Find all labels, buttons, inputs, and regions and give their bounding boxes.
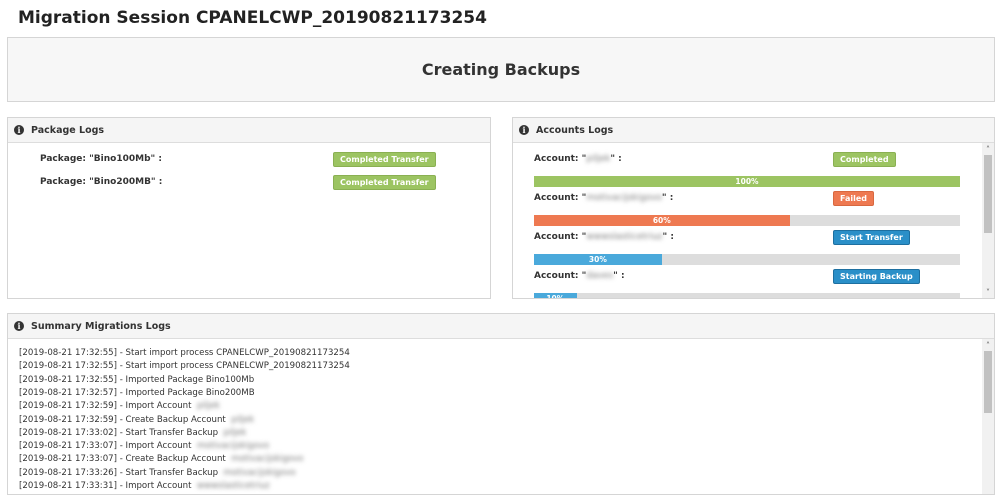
account-suffix: " : [613, 271, 625, 281]
progress-fill: 60% [534, 215, 790, 226]
log-line: [2019-08-21 17:32:55] - Start import pro… [19, 348, 353, 358]
progress-bar: 60% [534, 215, 960, 226]
log-account-name: piljek [196, 401, 220, 412]
log-line: [2019-08-21 17:33:07] - Import Account m… [19, 441, 269, 451]
log-text: [2019-08-21 17:33:31] - Import Account [19, 481, 195, 491]
log-line: [2019-08-21 17:33:02] - Start Transfer B… [19, 428, 246, 438]
account-label: Account: "motivacijskigovo" : [534, 193, 673, 203]
info-icon: i [14, 125, 24, 135]
log-text: [2019-08-21 17:33:02] - Start Transfer B… [19, 427, 221, 438]
account-name: motivacijskigovo [586, 193, 662, 203]
log-account-name: piljek [223, 427, 247, 438]
log-text: [2019-08-21 17:33:07] - Create Backup Ac… [19, 454, 229, 465]
package-label: Package: "Bino100Mb" : [40, 154, 162, 164]
account-suffix: " : [661, 193, 674, 203]
summary-logs-panel: i Summary Migrations Logs [2019-08-21 17:… [7, 313, 995, 495]
log-text: [2019-08-21 17:33:07] - Import Account [19, 441, 195, 452]
account-prefix: Account: " [534, 154, 587, 164]
status-badge: Completed [833, 152, 896, 167]
info-icon: i [519, 125, 529, 135]
log-line: [2019-08-21 17:32:59] - Import Account p… [19, 401, 220, 411]
account-name: daves [586, 271, 614, 281]
summary-logs-header: i Summary Migrations Logs [8, 314, 994, 339]
log-text: [2019-08-21 17:33:26] - Start Transfer B… [19, 467, 221, 478]
package-logs-panel: i Package Logs Package: "Bino100Mb" : Com… [7, 117, 491, 299]
status-banner: Creating Backups [7, 37, 995, 102]
log-account-name: motivacijskigovo [223, 467, 296, 478]
panel-title: Summary Migrations Logs [31, 320, 171, 332]
log-account-name: motivacijskigovo [231, 454, 304, 465]
account-suffix: " : [662, 232, 674, 242]
log-text: [2019-08-21 17:32:55] - Start import pro… [19, 361, 350, 372]
progress-fill: 10% [534, 293, 577, 298]
scrollbar[interactable]: ˄ [982, 339, 994, 494]
package-label: Package: "Bino200MB" : [40, 177, 163, 187]
panel-title: Package Logs [31, 124, 105, 136]
log-text: [2019-08-21 17:32:57] - Imported Package… [19, 387, 255, 398]
package-logs-header: i Package Logs [8, 118, 490, 143]
scroll-thumb[interactable] [984, 351, 992, 413]
account-label: Account: "piljek" : [534, 154, 622, 164]
status-badge: Start Transfer [833, 230, 910, 245]
log-line: [2019-08-21 17:33:26] - Start Transfer B… [19, 468, 296, 478]
info-icon: i [14, 321, 24, 331]
progress-fill: 100% [534, 176, 960, 187]
scroll-thumb[interactable] [984, 155, 992, 233]
scroll-up-icon[interactable]: ˄ [982, 341, 994, 350]
log-text: [2019-08-21 17:32:55] - Start import pro… [19, 348, 350, 358]
status-badge: Starting Backup [833, 269, 920, 284]
status-badge: Completed Transfer [333, 175, 436, 190]
account-name: wwwslasticetriuz [586, 232, 663, 242]
accounts-logs-header: i Accounts Logs [513, 118, 994, 143]
log-account-name: wwwslasticetriuz [196, 481, 270, 491]
log-text: [2019-08-21 17:32:55] - Imported Package… [19, 374, 255, 385]
log-line: [2019-08-21 17:32:59] - Create Backup Ac… [19, 415, 254, 425]
log-account-name: piljek [231, 414, 255, 425]
log-line: [2019-08-21 17:33:07] - Create Backup Ac… [19, 454, 303, 464]
account-name: piljek [586, 154, 611, 164]
log-line: [2019-08-21 17:32:57] - Imported Package… [19, 388, 257, 398]
account-label: Account: "wwwslasticetriuz" : [534, 232, 674, 242]
status-badge: Completed Transfer [333, 152, 436, 167]
scroll-up-icon[interactable]: ˄ [982, 145, 994, 154]
log-account-name: motivacijskigovo [196, 441, 270, 452]
log-line: [2019-08-21 17:33:31] - Import Account w… [19, 481, 270, 491]
account-suffix: " : [610, 154, 622, 164]
progress-bar: 100% [534, 176, 960, 187]
account-prefix: Account: " [534, 193, 587, 203]
log-text: [2019-08-21 17:32:59] - Create Backup Ac… [19, 414, 229, 425]
scroll-down-icon[interactable]: ˅ [982, 288, 994, 297]
account-prefix: Account: " [534, 232, 587, 242]
progress-bar: 30% [534, 254, 960, 265]
scrollbar[interactable]: ˄ ˅ [982, 143, 994, 298]
account-prefix: Account: " [534, 271, 587, 281]
log-line: [2019-08-21 17:32:55] - Start import pro… [19, 361, 353, 371]
account-label: Account: "daves" : [534, 271, 625, 281]
page-title: Migration Session CPANELCWP_201908211732… [18, 8, 487, 28]
log-line: [2019-08-21 17:32:55] - Imported Package… [19, 375, 257, 385]
status-badge: Failed [833, 191, 875, 206]
panel-title: Accounts Logs [536, 124, 614, 136]
log-text: [2019-08-21 17:32:59] - Import Account [19, 401, 195, 412]
progress-bar: 10% [534, 293, 960, 298]
accounts-logs-panel: i Accounts Logs Account: "piljek" : Compl… [512, 117, 995, 299]
progress-fill: 30% [534, 254, 662, 265]
